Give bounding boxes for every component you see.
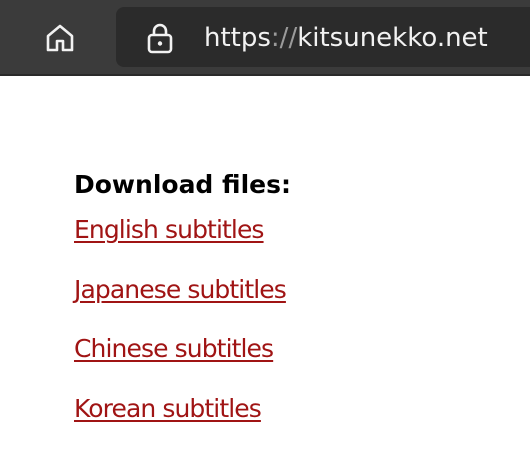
url-separator: :// [270, 23, 298, 53]
list-item: Korean subtitles [74, 389, 291, 449]
japanese-subtitles-link[interactable]: Japanese subtitles [74, 275, 287, 304]
english-subtitles-link[interactable]: English subtitles [74, 215, 264, 244]
lock-icon [147, 23, 173, 54]
list-item: English subtitles [74, 210, 291, 270]
list-item: Chinese subtitles [74, 329, 291, 389]
toolbar-divider [0, 74, 530, 76]
url-scheme: https [204, 23, 271, 53]
chinese-subtitles-link[interactable]: Chinese subtitles [74, 334, 274, 363]
download-list: English subtitles Japanese subtitles Chi… [74, 210, 291, 448]
list-item: Japanese subtitles [74, 270, 291, 330]
home-icon [46, 24, 74, 52]
home-button[interactable] [40, 18, 80, 58]
url-host: kitsunekko.net [297, 23, 488, 53]
site-info-button[interactable] [145, 20, 175, 56]
korean-subtitles-link[interactable]: Korean subtitles [74, 394, 262, 423]
url-text[interactable]: https://kitsunekko.net [204, 18, 488, 58]
page-heading: Download files: [74, 170, 291, 199]
page-content: Download files: English subtitles Japane… [74, 160, 291, 448]
